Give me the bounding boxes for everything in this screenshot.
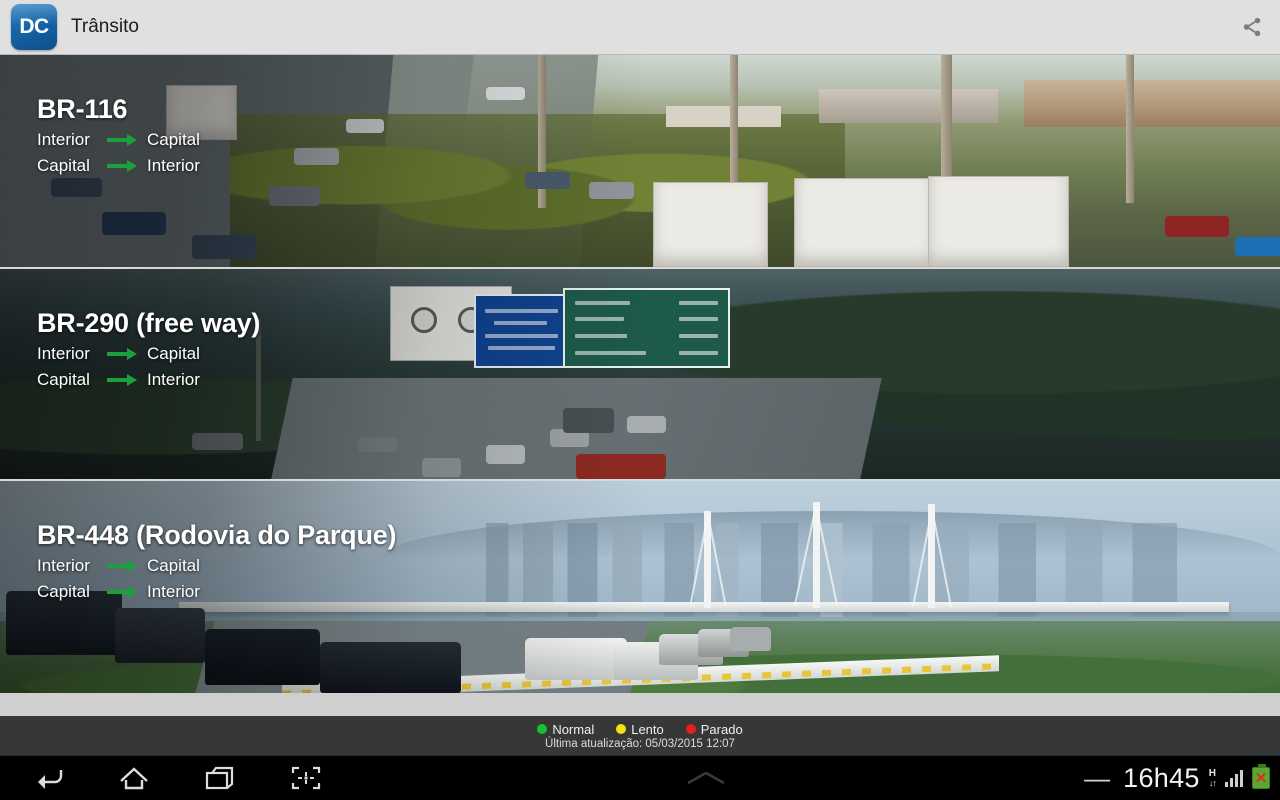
status-arrow-icon (107, 560, 137, 573)
legend-item-lento: Lento (616, 722, 664, 737)
recent-apps-button[interactable] (194, 756, 246, 800)
direction-origin: Capital (37, 370, 90, 390)
direction-destination: Capital (147, 130, 200, 150)
road-info-overlay: BR-448 (Rodovia do Parque) Interior Capi… (37, 520, 397, 602)
direction-row: Interior Capital (37, 130, 200, 150)
direction-destination: Capital (147, 556, 200, 576)
back-arrow-icon (38, 770, 63, 789)
direction-origin: Interior (37, 556, 90, 576)
content-bottom-strip (0, 693, 1280, 716)
direction-row: Capital Interior (37, 582, 396, 602)
battery-x-mark: ✕ (1254, 769, 1268, 787)
legend-dot-normal (537, 724, 548, 734)
direction-row: Interior Capital (37, 556, 396, 576)
legend-label-lento: Lento (631, 721, 664, 737)
direction-origin: Interior (37, 130, 90, 150)
road-info-overlay: BR-290 (free way) Interior Capital Capit… (37, 308, 261, 390)
legend-label-normal: Normal (552, 721, 595, 737)
direction-origin: Interior (37, 344, 90, 364)
screen-capture-button[interactable] (280, 756, 332, 800)
share-button[interactable] (1224, 0, 1280, 55)
status-arrow-icon (107, 348, 137, 361)
direction-origin: Capital (37, 156, 90, 176)
app-logo-text: DC (19, 15, 49, 38)
screen-capture-icon (291, 766, 321, 790)
signal-bars-icon (1225, 769, 1243, 787)
road-panel-list: BR-116 Interior Capital Capital Interior (0, 55, 1280, 693)
legend-items: Normal Lento Parado (537, 721, 743, 737)
road-info-overlay: BR-116 Interior Capital Capital Interior (37, 94, 200, 176)
app-title: Trânsito (71, 16, 139, 37)
direction-destination: Capital (147, 344, 200, 364)
direction-destination: Interior (147, 156, 200, 176)
multi-window-chevron-icon (687, 771, 725, 785)
recent-apps-icon (205, 766, 234, 790)
direction-row: Interior Capital (37, 344, 260, 364)
status-arrow-icon (107, 586, 137, 599)
share-icon (1243, 17, 1261, 37)
data-activity-arrows: ↓↑ (1208, 777, 1217, 788)
status-icons: — 16h45 H ↓↑ ✕ (1080, 763, 1270, 794)
legend-dot-parado (685, 724, 696, 734)
multi-window-handle[interactable] (332, 769, 1080, 787)
home-icon (120, 767, 148, 790)
mobile-data-icon: H ↓↑ (1208, 767, 1217, 788)
road-panel[interactable]: BR-448 (Rodovia do Parque) Interior Capi… (0, 479, 1280, 693)
status-arrow-icon (107, 134, 137, 147)
minimize-indicator[interactable]: — (1080, 765, 1114, 791)
status-legend-bar: Normal Lento Parado Última atualização: … (0, 716, 1280, 755)
app-root: DC Trânsito BR-116 Interior Capital Capi… (0, 0, 1280, 800)
direction-destination: Interior (147, 370, 200, 390)
home-button[interactable] (108, 756, 160, 800)
road-name: BR-116 (37, 94, 128, 124)
road-name: BR-290 (free way) (37, 308, 261, 338)
road-panel[interactable]: BR-116 Interior Capital Capital Interior (0, 55, 1280, 267)
direction-row: Capital Interior (37, 370, 260, 390)
status-arrow-icon (107, 160, 137, 173)
nav-buttons (22, 756, 332, 800)
app-logo: DC (11, 4, 57, 50)
legend-item-normal: Normal (537, 722, 594, 737)
road-panel[interactable]: BR-290 (free way) Interior Capital Capit… (0, 267, 1280, 479)
legend-label-parado: Parado (700, 721, 743, 737)
status-clock: 16h45 (1123, 762, 1200, 793)
legend-dot-lento (616, 724, 627, 734)
status-arrow-icon (107, 374, 137, 387)
direction-row: Capital Interior (37, 156, 200, 176)
direction-destination: Interior (147, 582, 200, 602)
direction-origin: Capital (37, 582, 90, 602)
app-header: DC Trânsito (0, 0, 1280, 55)
road-name: BR-448 (Rodovia do Parque) (37, 520, 397, 550)
data-type-label: H (1208, 767, 1216, 779)
back-button[interactable] (22, 756, 74, 800)
battery-error-icon: ✕ (1252, 764, 1270, 789)
last-update-text: Última atualização: 05/03/2015 12:07 (545, 737, 735, 750)
android-navigation-bar: — 16h45 H ↓↑ ✕ (0, 755, 1280, 800)
legend-item-parado: Parado (685, 721, 743, 737)
